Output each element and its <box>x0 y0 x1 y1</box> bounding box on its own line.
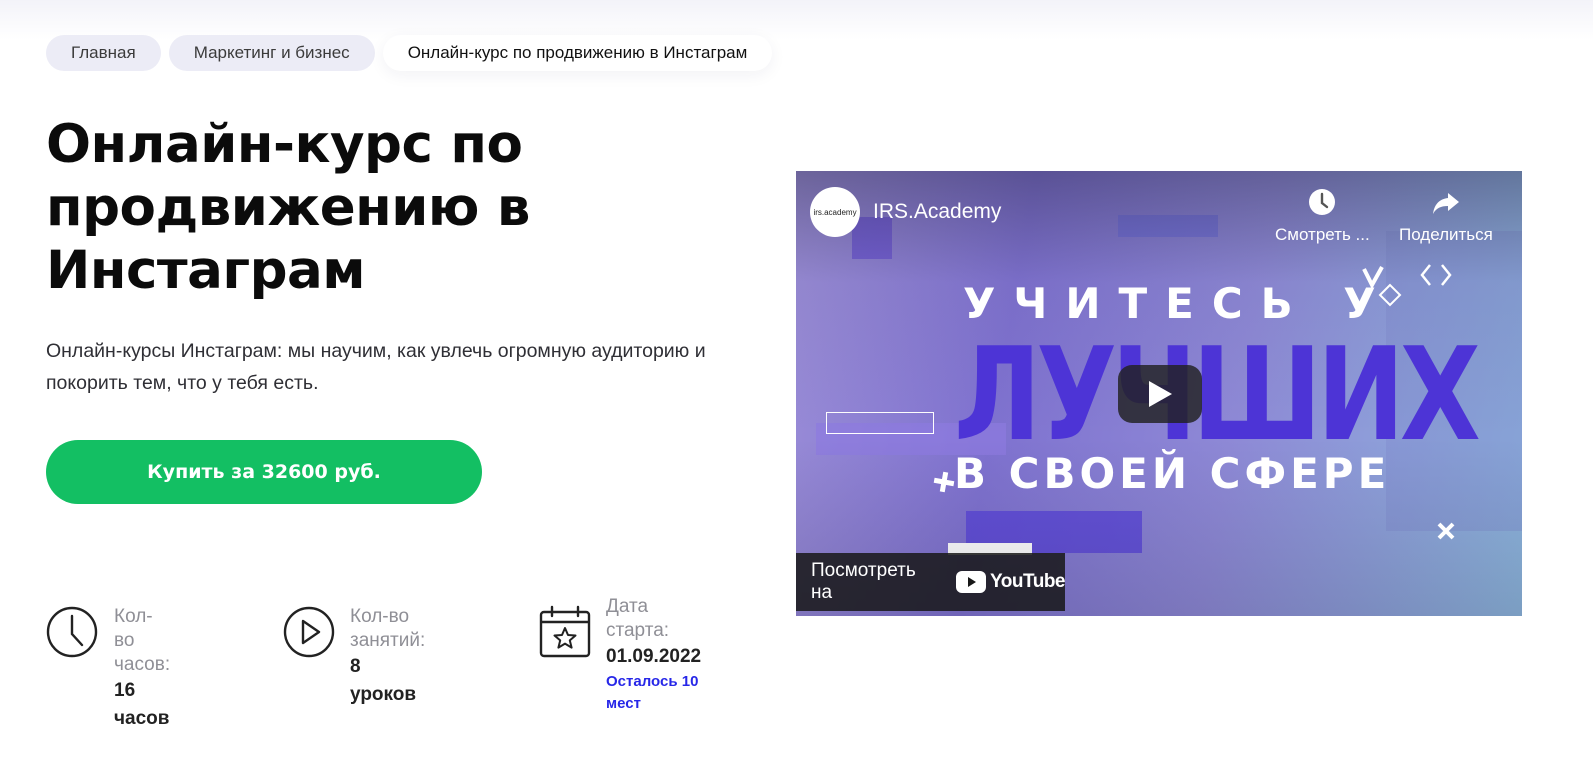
stat-lessons-label: Кол-во занятий: <box>350 606 426 651</box>
stat-start-value: 01.09.2022 <box>606 646 702 667</box>
youtube-logo: YouTube <box>956 571 1065 593</box>
watch-on-youtube-button[interactable]: Посмотреть на YouTube <box>796 553 1065 611</box>
stat-start-label: Дата старта: <box>606 596 670 641</box>
channel-avatar[interactable]: irs.academy <box>810 187 860 237</box>
stat-lessons-value: 8 уроков <box>350 656 417 705</box>
watch-later-label: Смотреть ... <box>1275 225 1370 244</box>
plus-decor-icon <box>933 471 955 493</box>
stat-hours-label: Кол-во часов: <box>114 606 171 675</box>
video-overlay-line2: ЛУЧШИХ <box>954 321 1481 470</box>
video-player[interactable]: УЧИТЕСЬ У ЛУЧШИХ В СВОЕЙ СФЕРЕ irs.acade… <box>796 171 1522 616</box>
video-channel: irs.academy IRS.Academy <box>810 187 1001 237</box>
clock-icon <box>1309 189 1336 215</box>
stat-hours-value: 16 часов <box>114 680 170 729</box>
share-icon <box>1432 193 1459 214</box>
stat-lessons: Кол-во занятий: 8 уроков <box>282 605 425 709</box>
watch-on-label: Посмотреть на <box>811 560 916 603</box>
video-overlay-line3: В СВОЕЙ СФЕРЕ <box>954 449 1391 498</box>
youtube-label: YouTube <box>990 571 1065 592</box>
shapes-decor-icon <box>1362 264 1452 307</box>
buy-button[interactable]: Купить за 32600 руб. <box>46 440 482 504</box>
channel-name[interactable]: IRS.Academy <box>873 200 1001 224</box>
share-button[interactable]: Поделиться <box>1399 187 1493 245</box>
youtube-icon <box>956 571 987 593</box>
share-label: Поделиться <box>1399 225 1493 244</box>
watch-later-button[interactable]: Смотреть ... <box>1275 187 1370 245</box>
clock-icon <box>46 606 98 658</box>
calendar-star-icon <box>539 605 591 658</box>
play-icon <box>1149 381 1172 407</box>
page-subtitle: Онлайн-курсы Инстаграм: мы научим, как у… <box>46 340 706 394</box>
stat-hours: Кол-во часов: 16 часов <box>46 605 170 733</box>
cross-decor-icon <box>1437 522 1455 540</box>
breadcrumb-marketing[interactable]: Маркетинг и бизнес <box>168 35 375 71</box>
stat-start: Дата старта: 01.09.2022 Осталось 10 мест <box>538 595 701 715</box>
breadcrumb-home[interactable]: Главная <box>46 35 161 71</box>
play-button[interactable] <box>1118 365 1202 423</box>
page-title: Онлайн-курс по продвижению в Инстаграм <box>46 114 530 301</box>
play-circle-icon <box>283 606 335 658</box>
breadcrumb-current: Онлайн-курс по продвижению в Инстаграм <box>382 35 773 71</box>
seats-left-note: Осталось 10 мест <box>606 673 699 712</box>
breadcrumb: Главная Маркетинг и бизнес Онлайн-курс п… <box>46 35 773 71</box>
